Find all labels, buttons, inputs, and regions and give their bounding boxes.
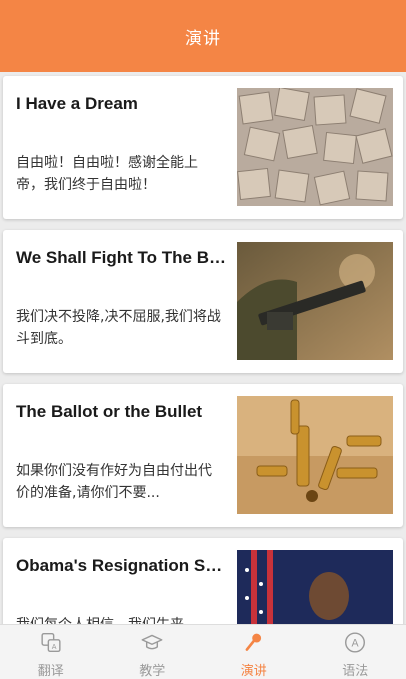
tab-label: 语法: [342, 660, 368, 679]
speech-card-ballot-or-bullet[interactable]: The Ballot or the Bullet 如果你们没有作好为自由付出代价…: [3, 384, 403, 527]
tab-label: 演讲: [241, 660, 267, 679]
speech-title: The Ballot or the Bullet: [16, 402, 226, 422]
speech-card-obama-resignation[interactable]: Obama's Resignation Speech 我们每个人相信，我们生来: [3, 538, 403, 624]
svg-text:A: A: [51, 644, 56, 651]
tab-teaching[interactable]: 教学: [102, 625, 204, 679]
speech-excerpt: 如果你们没有作好为自由付出代价的准备,请你们不要...: [16, 460, 222, 504]
speech-excerpt: 我们每个人相信，我们生来: [16, 614, 222, 624]
speech-card-i-have-a-dream[interactable]: I Have a Dream 自由啦！自由啦！感谢全能上帝，我们终于自由啦！: [3, 76, 403, 219]
graduation-cap-icon: [139, 631, 165, 654]
speech-card-we-shall-fight[interactable]: We Shall Fight To The Beaches 我们决不投降,决不屈…: [3, 230, 403, 373]
bottom-tab-bar: A 翻译 教学 演讲 A 语法: [0, 624, 406, 679]
speech-list[interactable]: I Have a Dream 自由啦！自由啦！感谢全能上帝，我们终于自由啦！: [0, 72, 406, 624]
speech-thumbnail-scrabble-tiles: [237, 88, 393, 206]
tab-label: 翻译: [38, 660, 64, 679]
speech-excerpt: 我们决不投降,决不屈服,我们将战斗到底。: [16, 306, 222, 350]
speech-title: Obama's Resignation Speech: [16, 556, 226, 576]
microphone-icon: [241, 631, 267, 654]
tab-grammar[interactable]: A 语法: [305, 625, 406, 679]
speech-thumbnail-obama: [237, 550, 393, 624]
tab-label: 教学: [139, 660, 165, 679]
grammar-icon: A: [342, 631, 368, 654]
svg-text:A: A: [352, 637, 360, 649]
speech-thumbnail-soldier-rifle: [237, 242, 393, 360]
speech-title: We Shall Fight To The Beaches: [16, 248, 226, 268]
tab-speech[interactable]: 演讲: [203, 625, 305, 679]
translate-icon: A: [38, 631, 64, 654]
app-header: 演讲: [0, 0, 406, 72]
speech-thumbnail-bullets: [237, 396, 393, 514]
tab-translate[interactable]: A 翻译: [0, 625, 102, 679]
page-title: 演讲: [185, 24, 221, 49]
speech-title: I Have a Dream: [16, 94, 226, 114]
speech-excerpt: 自由啦！自由啦！感谢全能上帝，我们终于自由啦！: [16, 152, 222, 196]
